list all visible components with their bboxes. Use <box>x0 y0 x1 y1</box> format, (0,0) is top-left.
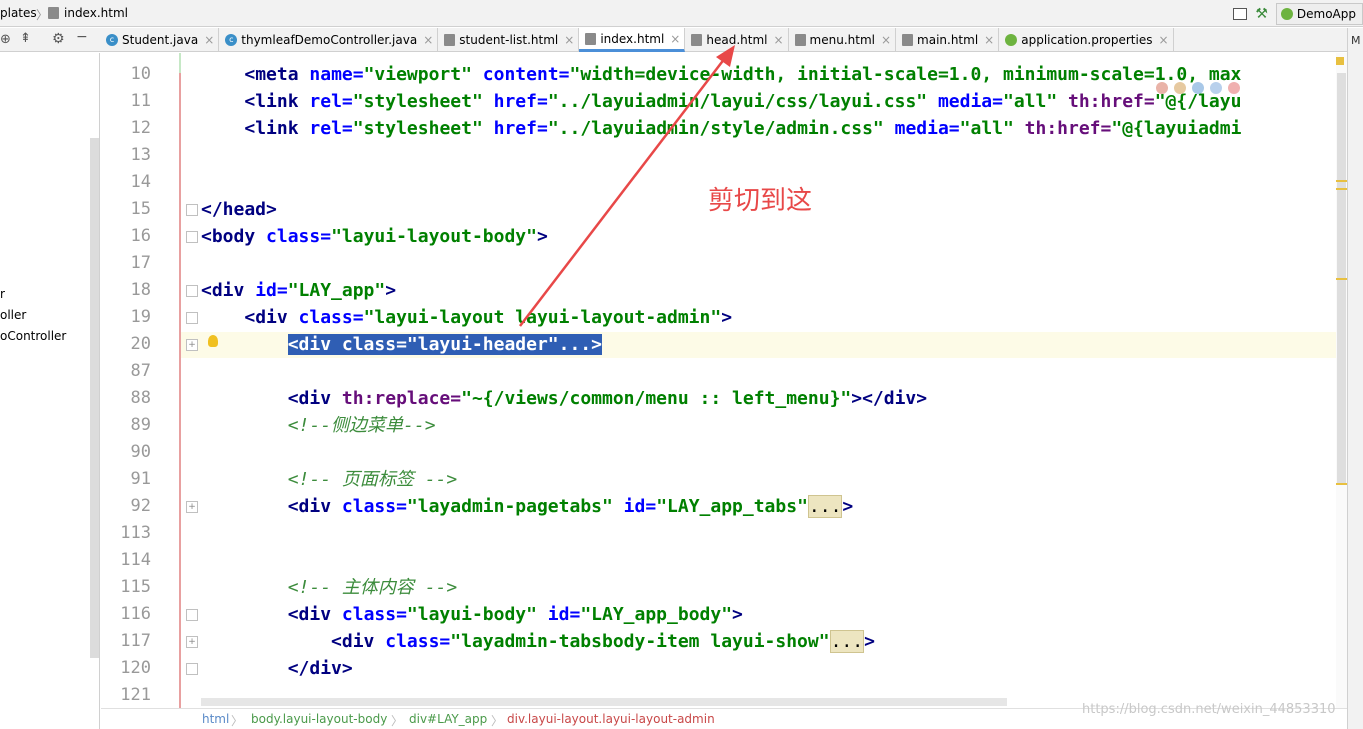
breadcrumb-separator: 〉 <box>231 714 244 728</box>
breadcrumb-div-layout[interactable]: div.layui-layout.layui-layout-admin <box>507 712 715 726</box>
breadcrumb-separator: 〉 <box>491 714 504 728</box>
breadcrumb-div-app[interactable]: div#LAY_app <box>409 712 487 726</box>
breadcrumb-html[interactable]: html <box>202 712 229 726</box>
breadcrumb-separator: 〉 <box>391 714 404 728</box>
breadcrumb-body[interactable]: body.layui-layout-body <box>251 712 387 726</box>
annotation-arrow <box>519 45 735 327</box>
annotation-text: 剪切到这 <box>708 186 813 216</box>
watermark: https://blog.csdn.net/weixin_44853310 <box>1082 702 1336 717</box>
